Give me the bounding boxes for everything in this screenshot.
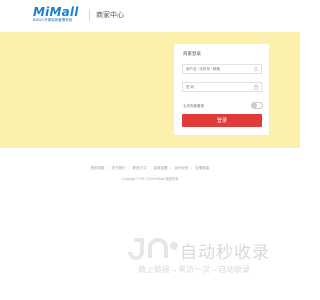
- username-input[interactable]: [183, 65, 253, 73]
- logo-tagline: B2B2C开源电商管理系统: [33, 18, 73, 22]
- logo-text: MiMall: [33, 5, 79, 19]
- footer-link-contact[interactable]: 联系方式: [131, 166, 149, 171]
- copyright: Copyright © 2017-2018 MiMall 版权所有: [121, 177, 179, 181]
- username-field[interactable]: [182, 64, 262, 74]
- toggle-knob: [252, 103, 257, 108]
- watermark-subtitle: 做上链接→来访一次→自动收录: [138, 265, 250, 274]
- lock-icon: [253, 84, 259, 90]
- password-input[interactable]: [183, 83, 253, 91]
- login-title: 商家登录: [183, 51, 201, 56]
- footer-link-friends[interactable]: 友情链接: [193, 166, 211, 171]
- remember-toggle[interactable]: [251, 102, 263, 109]
- login-button[interactable]: 登录: [182, 114, 262, 127]
- footer-links: 首页导航 | 关于我们 | 联系方式 | 招商加盟 | 合作伙伴 | 友情链接: [0, 166, 300, 171]
- footer-link-about[interactable]: 关于我们: [110, 166, 128, 171]
- logo[interactable]: MiMall B2B2C开源电商管理系统: [33, 5, 89, 23]
- header-divider: [89, 9, 90, 21]
- remember-label: 七天内免登录: [183, 104, 204, 108]
- footer-link-join[interactable]: 招商加盟: [151, 166, 169, 171]
- page-title: 商家中心: [96, 12, 124, 19]
- footer-link-partners[interactable]: 合作伙伴: [172, 166, 190, 171]
- password-field[interactable]: [182, 82, 262, 92]
- header: MiMall B2B2C开源电商管理系统 商家中心: [0, 0, 300, 32]
- footer-link-home[interactable]: 首页导航: [89, 166, 107, 171]
- login-panel: 商家登录 七天内免登录 登录: [174, 44, 269, 135]
- remember-row: 七天内免登录: [183, 102, 263, 110]
- watermark: 自动秒收录 做上链接→来访一次→自动收录: [128, 236, 288, 276]
- watermark-logo-icon: [128, 238, 178, 260]
- watermark-title: 自动秒收录: [180, 243, 270, 263]
- user-icon: [253, 66, 259, 72]
